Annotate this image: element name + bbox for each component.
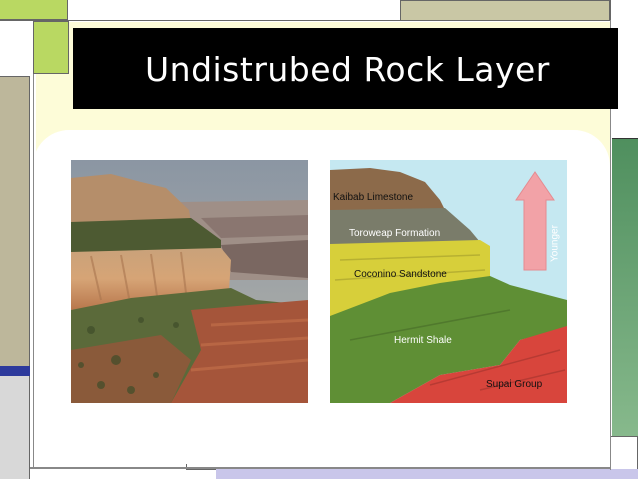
- decorative-green-square-left: [33, 21, 69, 74]
- frame-bottom-line: [30, 467, 610, 469]
- decorative-khaki-bar: [400, 0, 610, 21]
- slide-title: Undistrubed Rock Layer: [145, 50, 550, 89]
- decorative-green-square-top: [0, 0, 68, 20]
- coconino-label: Coconino Sandstone: [354, 269, 447, 280]
- decorative-green-column: [612, 138, 638, 436]
- frame-left-line: [33, 74, 34, 469]
- decorative-blue-bar: [0, 366, 30, 376]
- supai-label: Supai Group: [486, 379, 543, 390]
- kaibab-label: Kaibab Limestone: [333, 192, 414, 203]
- title-bar: Undistrubed Rock Layer: [73, 28, 618, 109]
- decorative-khaki-column: [0, 76, 30, 366]
- toroweap-label: Toroweap Formation: [349, 228, 441, 239]
- decorative-grey-column: [0, 376, 30, 479]
- rock-layers-diagram: Kaibab Limestone Toroweap Formation Coco…: [330, 160, 567, 403]
- canyon-photo-image: [71, 160, 308, 403]
- grand-canyon-photo: [71, 160, 308, 403]
- hermit-shale-label: Hermit Shale: [394, 335, 452, 346]
- decorative-lilac-bar: [216, 469, 638, 479]
- younger-label: Younger: [549, 225, 561, 262]
